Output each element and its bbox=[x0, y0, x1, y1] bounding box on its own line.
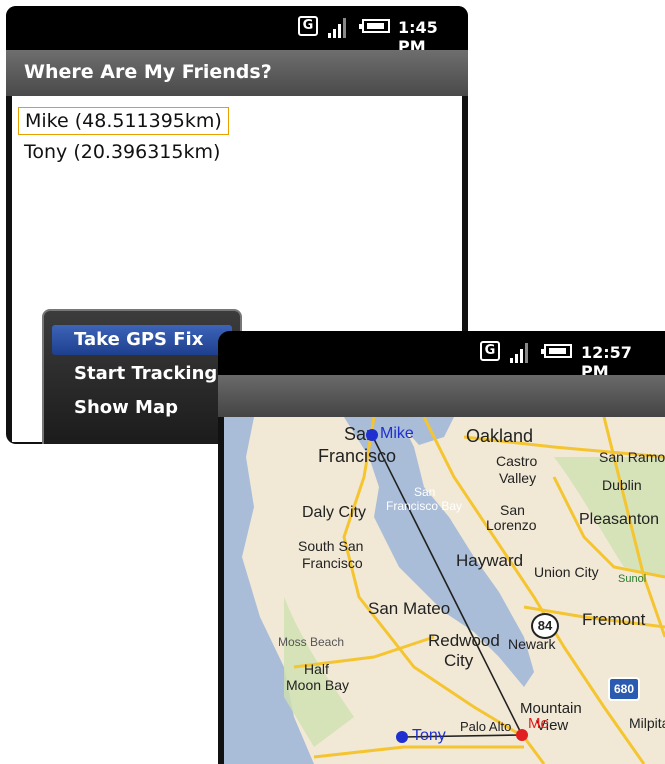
map-label-palo-alto: Palo Alto bbox=[460, 719, 512, 734]
friends-map[interactable]: San Francisco Oakland Castro Valley San … bbox=[224, 417, 665, 764]
status-bar: G 12:57 PM bbox=[218, 331, 665, 381]
map-label-san-lorenzo: San bbox=[500, 502, 525, 518]
options-menu: Take GPS Fix Start Tracking Show Map bbox=[42, 309, 242, 444]
map-label-south-sf: South San bbox=[298, 538, 364, 554]
menu-item-take-gps-fix[interactable]: Take GPS Fix bbox=[52, 325, 232, 355]
map-label-daly-city: Daly City bbox=[302, 504, 367, 521]
map-label-san-ramon: San Ramo bbox=[599, 449, 665, 465]
map-label-san-lorenzo: Lorenzo bbox=[486, 517, 537, 533]
menu-item-label: Start Tracking bbox=[74, 363, 218, 384]
map-label-milpitas: Milpita bbox=[629, 715, 665, 731]
menu-item-label: Show Map bbox=[74, 397, 178, 418]
marker-label-me: Me bbox=[528, 715, 549, 732]
map-background bbox=[224, 417, 665, 764]
map-label-half-moon-bay: Half bbox=[304, 661, 329, 677]
marker-label-tony: Tony bbox=[412, 727, 446, 744]
app-title: Where Are My Friends? bbox=[24, 61, 272, 83]
status-bar: G 1:45 PM bbox=[6, 6, 468, 56]
map-label-sf-bay: San bbox=[414, 485, 436, 499]
app-title-bar: Where Are My Friends? bbox=[6, 50, 468, 96]
friend-marker-tony-icon[interactable] bbox=[396, 731, 408, 743]
menu-item-start-tracking[interactable]: Start Tracking bbox=[52, 359, 232, 389]
battery-icon bbox=[359, 19, 390, 33]
signal-strength-icon bbox=[508, 341, 530, 363]
map-label-fremont: Fremont bbox=[582, 610, 646, 629]
map-title-bar bbox=[218, 375, 665, 417]
map-label-sf-bay: Francisco Bay bbox=[386, 499, 463, 513]
map-label-moss-beach: Moss Beach bbox=[278, 635, 345, 649]
network-g-icon: G bbox=[298, 16, 318, 36]
friend-item-mike[interactable]: Mike (48.511395km) bbox=[18, 107, 229, 135]
map-label-pleasanton: Pleasanton bbox=[579, 511, 660, 528]
map-label-south-sf: Francisco bbox=[302, 555, 363, 571]
menu-item-label: Take GPS Fix bbox=[74, 329, 204, 350]
map-label-half-moon-bay: Moon Bay bbox=[286, 677, 350, 693]
network-g-icon: G bbox=[480, 341, 500, 361]
map-label-union-city: Union City bbox=[534, 564, 599, 580]
map-label-castro-valley: Castro bbox=[496, 453, 538, 469]
map-phone-screen: G 12:57 PM San Francisco Oakland Castro … bbox=[218, 331, 665, 764]
battery-icon bbox=[541, 344, 572, 358]
highway-84-shield: 84 bbox=[531, 613, 559, 639]
signal-strength-icon bbox=[326, 16, 348, 38]
friend-marker-mike-icon[interactable] bbox=[366, 429, 378, 441]
menu-item-show-map[interactable]: Show Map bbox=[52, 393, 232, 423]
map-label-castro-valley: Valley bbox=[499, 470, 537, 486]
map-label-redwood-city: City bbox=[444, 651, 474, 670]
map-label-dublin: Dublin bbox=[602, 477, 642, 493]
map-label-redwood-city: Redwood bbox=[428, 631, 500, 650]
highway-680-shield: 680 bbox=[608, 677, 640, 701]
map-label-oakland: Oakland bbox=[466, 426, 534, 446]
map-label-san-francisco: Francisco bbox=[318, 446, 397, 466]
map-label-sunol: Sunol bbox=[618, 573, 647, 585]
map-label-hayward: Hayward bbox=[456, 551, 524, 570]
marker-label-mike: Mike bbox=[380, 425, 414, 442]
friend-item-tony[interactable]: Tony (20.396315km) bbox=[18, 139, 226, 165]
my-location-marker-icon[interactable] bbox=[516, 729, 528, 741]
map-label-san-mateo: San Mateo bbox=[368, 599, 451, 618]
